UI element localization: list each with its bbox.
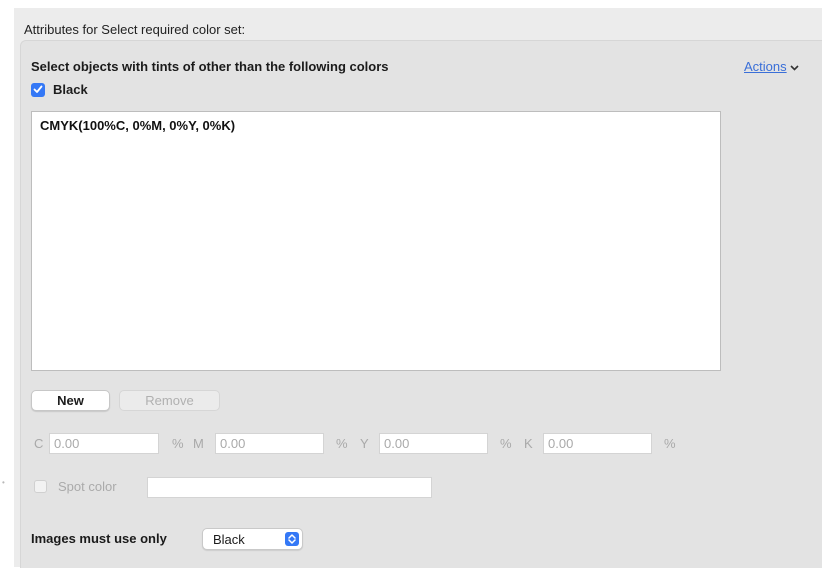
m-unit: % — [336, 436, 348, 451]
m-field[interactable]: 0.00 — [215, 433, 324, 454]
spot-color-label: Spot color — [58, 479, 117, 494]
color-list[interactable]: CMYK(100%C, 0%M, 0%Y, 0%K) — [31, 111, 721, 371]
section-title: Attributes for Select required color set… — [24, 22, 246, 37]
y-field[interactable]: 0.00 — [379, 433, 488, 454]
y-label: Y — [360, 436, 369, 451]
black-checkbox-row[interactable]: Black — [31, 82, 88, 97]
k-label: K — [524, 436, 533, 451]
remove-button[interactable]: Remove — [119, 390, 220, 411]
k-field[interactable]: 0.00 — [543, 433, 652, 454]
images-color-popup[interactable]: Black — [202, 528, 303, 550]
c-field[interactable]: 0.00 — [49, 433, 159, 454]
new-button[interactable]: New — [31, 390, 110, 411]
up-down-arrows-icon — [285, 532, 299, 546]
images-popup-value: Black — [213, 532, 245, 547]
images-label: Images must use only — [31, 531, 167, 546]
c-unit: % — [172, 436, 184, 451]
k-unit: % — [664, 436, 676, 451]
spot-color-checkbox[interactable] — [34, 480, 47, 493]
spot-color-field[interactable] — [147, 477, 432, 498]
actions-menu[interactable]: Actions — [744, 59, 799, 74]
list-item[interactable]: CMYK(100%C, 0%M, 0%Y, 0%K) — [40, 118, 235, 133]
m-label: M — [193, 436, 204, 451]
resize-dot: • — [2, 478, 5, 487]
actions-label: Actions — [744, 59, 787, 74]
group-heading: Select objects with tints of other than … — [31, 59, 389, 74]
y-unit: % — [500, 436, 512, 451]
black-checkbox-label: Black — [53, 82, 88, 97]
checkmark-icon — [33, 85, 43, 93]
c-label: C — [34, 436, 44, 451]
chevron-down-icon — [790, 59, 799, 74]
black-checkbox[interactable] — [31, 82, 45, 97]
